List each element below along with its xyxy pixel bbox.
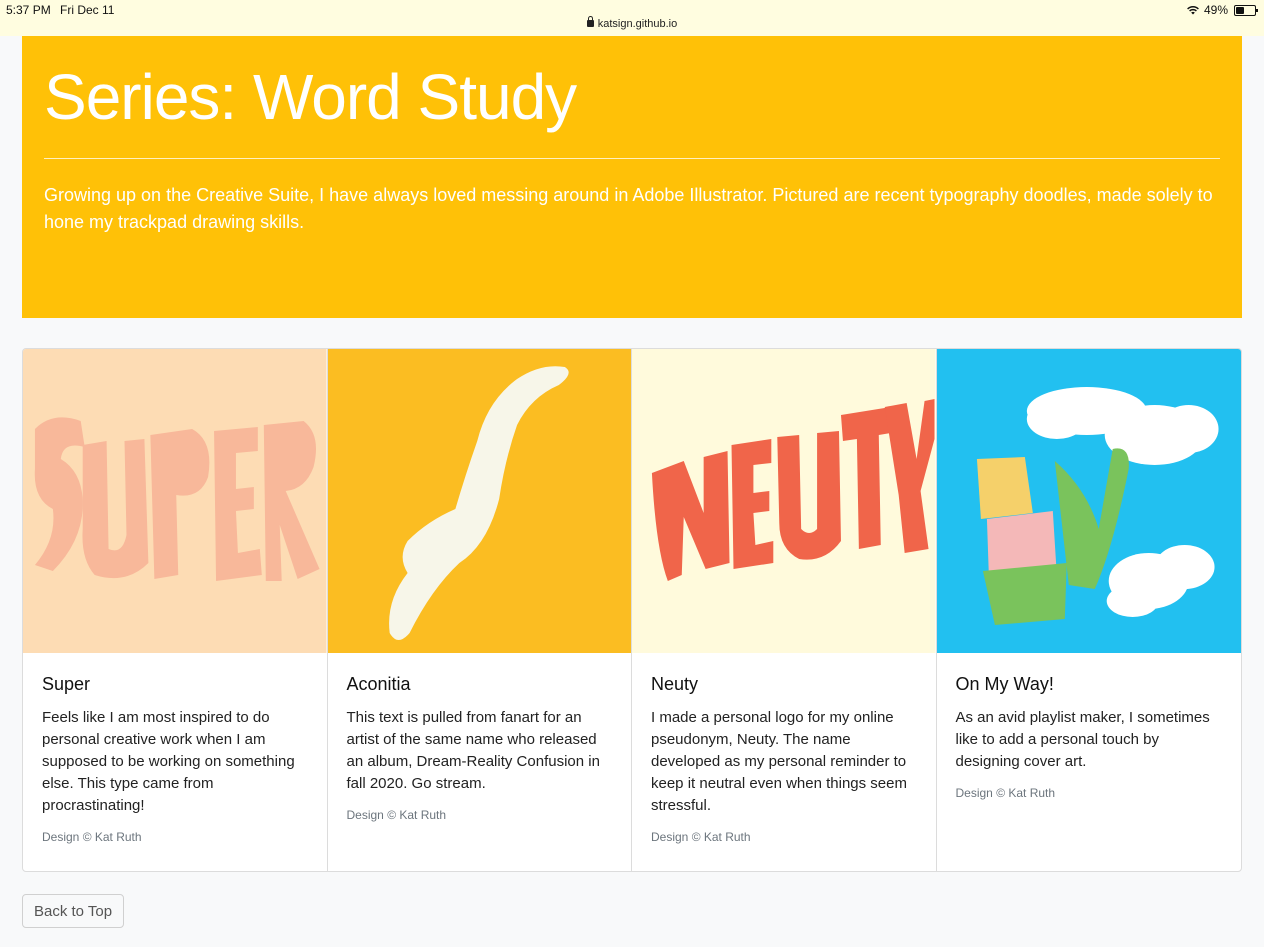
card-title: Neuty [651,674,699,694]
neuty-artwork [632,349,936,653]
battery-icon [1234,4,1258,16]
battery-nub [1256,8,1258,12]
card-credit: Design © Kat Ruth [42,830,142,844]
card-text: As an avid playlist maker, I sometimes l… [955,709,1210,770]
card-credit: Design © Kat Ruth [651,830,751,844]
card-body: On My Way! As an avid playlist maker, I … [937,653,1242,800]
status-date: Fri Dec 11 [60,3,115,17]
super-artwork [23,349,327,653]
card-text: This text is pulled from fanart for an a… [346,709,600,792]
status-indicators: 49% [1186,3,1258,17]
status-bar: 5:37 PM Fri Dec 11 katsign.github.io 49% [0,0,1264,36]
card-body: Super Feels like I am most inspired to d… [23,653,327,844]
card-neuty: Neuty I made a personal logo for my onli… [632,349,937,871]
neuty-artwork-svg [632,349,936,653]
card-deck: Super Feels like I am most inspired to d… [22,348,1242,872]
page-lead: Growing up on the Creative Suite, I have… [44,185,1213,232]
back-to-top-button[interactable]: Back to Top [22,894,125,928]
on-my-way-artwork [936,349,1241,653]
wifi-icon [1187,6,1199,15]
card-credit: Design © Kat Ruth [955,786,1056,800]
super-artwork-svg [23,349,327,653]
lock-icon [586,16,594,27]
card-aconitia: Aconitia This text is pulled from fanart… [327,349,632,871]
card-on-my-way: On My Way! As an avid playlist maker, I … [936,349,1242,871]
card-body: Neuty I made a personal logo for my onli… [632,653,936,844]
card-body: Aconitia This text is pulled from fanart… [328,653,632,822]
card-text: I made a personal logo for my online pse… [651,709,907,814]
on-my-way-artwork-svg [936,349,1241,653]
card-title: Super [42,674,91,694]
card-super: Super Feels like I am most inspired to d… [23,349,328,871]
card-credit: Design © Kat Ruth [346,808,447,822]
status-time: 5:37 PM [6,3,51,17]
card-text: Feels like I am most inspired to do pers… [42,709,295,814]
page-title: Series: Word Study [44,61,577,133]
aconitia-artwork-svg [327,349,631,653]
card-title: Aconitia [346,674,411,694]
divider [44,158,1220,159]
address-bar[interactable]: katsign.github.io [0,16,1264,30]
battery-fill [1236,6,1244,14]
jumbotron: Series: Word Study Growing up on the Cre… [22,36,1242,318]
battery-percent: 49% [1203,3,1228,17]
aconitia-artwork [327,349,631,653]
url-text: katsign.github.io [597,18,678,30]
card-title: On My Way! [955,674,1054,694]
